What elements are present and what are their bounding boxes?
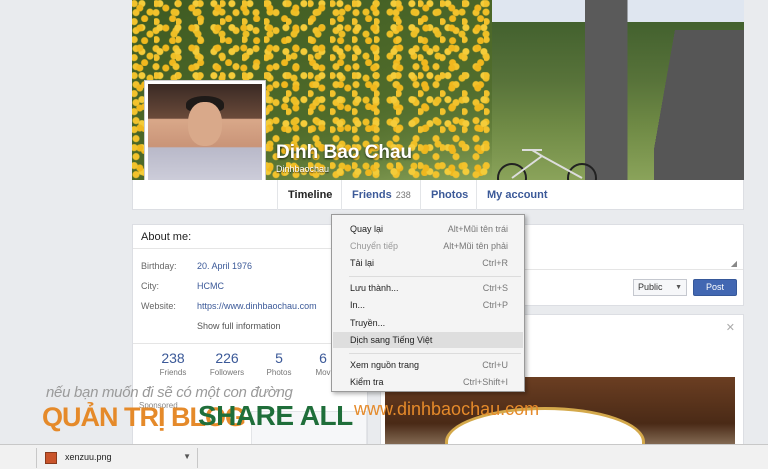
profile-tabbar: Timeline Friends 238 Photos My account bbox=[132, 180, 744, 210]
website-label: Website: bbox=[141, 301, 176, 311]
watermark-url: www.dinhbaochau.com bbox=[354, 399, 540, 419]
menu-item-translate-label: Dịch sang Tiếng Việt bbox=[350, 335, 433, 345]
menu-item-print-label: In... bbox=[350, 300, 366, 310]
city-value[interactable]: HCMC bbox=[197, 281, 224, 291]
menu-item-back[interactable]: Quay lại Alt+Mũi tên trái bbox=[333, 221, 523, 237]
download-filename: xenzuu.png bbox=[65, 452, 112, 462]
menu-item-print[interactable]: In... Ctrl+P bbox=[333, 297, 523, 313]
image-file-icon bbox=[45, 452, 57, 464]
menu-item-reload-label: Tải lại bbox=[350, 258, 375, 268]
chevron-down-icon: ▼ bbox=[675, 284, 682, 291]
menu-item-view-source-shortcut: Ctrl+U bbox=[482, 360, 508, 370]
stat-friends-label: Friends bbox=[159, 368, 187, 377]
stat-photos-label: Photos bbox=[266, 368, 292, 377]
menu-separator bbox=[349, 276, 521, 277]
bicycle-image bbox=[497, 149, 597, 180]
menu-item-back-shortcut: Alt+Mũi tên trái bbox=[447, 224, 508, 234]
tab-photos[interactable]: Photos bbox=[420, 180, 478, 210]
chevron-down-icon[interactable]: ▼ bbox=[183, 452, 191, 461]
birthday-value: 20. April 1976 bbox=[197, 261, 253, 271]
birthday-label: Birthday: bbox=[141, 261, 177, 271]
context-menu: Quay lại Alt+Mũi tên trái Chuyển tiếp Al… bbox=[331, 214, 525, 392]
post-button[interactable]: Post bbox=[693, 279, 737, 296]
menu-separator bbox=[349, 353, 521, 354]
menu-item-forward: Chuyển tiếp Alt+Mũi tên phải bbox=[333, 238, 523, 254]
show-full-information-link[interactable]: Show full information bbox=[197, 321, 281, 331]
stat-photos[interactable]: 5 Photos bbox=[251, 350, 307, 377]
resize-handle-icon[interactable]: ◢ bbox=[731, 259, 737, 268]
menu-item-reload-shortcut: Ctrl+R bbox=[482, 258, 508, 268]
menu-item-forward-shortcut: Alt+Mũi tên phải bbox=[443, 241, 508, 251]
profile-handle: Dinhbaochau bbox=[276, 164, 330, 174]
friends-count: 238 bbox=[395, 190, 411, 200]
tab-my-account[interactable]: My account bbox=[476, 180, 558, 210]
cover-road bbox=[654, 30, 744, 180]
stat-followers-num: 226 bbox=[215, 350, 239, 366]
menu-item-view-source-label: Xem nguồn trang bbox=[350, 360, 420, 370]
stat-followers-label: Followers bbox=[209, 368, 245, 377]
tab-timeline[interactable]: Timeline bbox=[277, 180, 342, 210]
city-label: City: bbox=[141, 281, 159, 291]
stat-friends[interactable]: 238 Friends bbox=[145, 350, 201, 377]
tab-photos-label: Photos bbox=[431, 189, 469, 201]
menu-item-save-as-shortcut: Ctrl+S bbox=[482, 283, 508, 293]
menu-item-inspect-label: Kiểm tra bbox=[350, 377, 384, 387]
watermark-slogan: nếu bạn muốn đi sẽ có một con đường bbox=[46, 384, 293, 401]
menu-item-view-source[interactable]: Xem nguồn trang Ctrl+U bbox=[333, 357, 523, 373]
stat-photos-num: 5 bbox=[275, 350, 283, 366]
menu-item-inspect-shortcut: Ctrl+Shift+I bbox=[462, 377, 508, 387]
tab-timeline-label: Timeline bbox=[288, 189, 333, 201]
close-icon[interactable]: ✕ bbox=[726, 321, 735, 334]
menu-item-inspect[interactable]: Kiểm tra Ctrl+Shift+I bbox=[333, 374, 523, 390]
profile-name[interactable]: Dinh Bao Chau bbox=[276, 142, 412, 164]
tab-friends[interactable]: Friends 238 bbox=[341, 180, 421, 210]
download-bar: xenzuu.png ▼ bbox=[0, 444, 768, 469]
menu-item-print-shortcut: Ctrl+P bbox=[482, 300, 508, 310]
avatar-face bbox=[188, 102, 222, 146]
stat-friends-num: 238 bbox=[161, 350, 185, 366]
menu-item-back-label: Quay lại bbox=[350, 224, 384, 234]
menu-item-translate[interactable]: Dịch sang Tiếng Việt bbox=[333, 332, 523, 348]
menu-item-reload[interactable]: Tải lại Ctrl+R bbox=[333, 255, 523, 271]
download-item[interactable]: xenzuu.png ▼ bbox=[36, 448, 198, 468]
privacy-select[interactable]: Public ▼ bbox=[633, 279, 687, 296]
menu-item-save-as-label: Lưu thành... bbox=[350, 283, 399, 293]
stat-followers[interactable]: 226 Followers bbox=[199, 350, 255, 377]
website-link[interactable]: https://www.dinhbaochau.com bbox=[197, 301, 317, 311]
menu-item-forward-label: Chuyển tiếp bbox=[350, 241, 399, 251]
menu-item-cast[interactable]: Truyền... bbox=[333, 315, 523, 331]
privacy-value: Public bbox=[638, 282, 663, 292]
tab-friends-label: Friends bbox=[352, 189, 392, 201]
menu-item-save-as[interactable]: Lưu thành... Ctrl+S bbox=[333, 280, 523, 296]
watermark-brand-green: SHARE ALL bbox=[198, 400, 353, 431]
tab-my-account-label: My account bbox=[487, 189, 548, 201]
menu-item-cast-label: Truyền... bbox=[350, 318, 386, 328]
